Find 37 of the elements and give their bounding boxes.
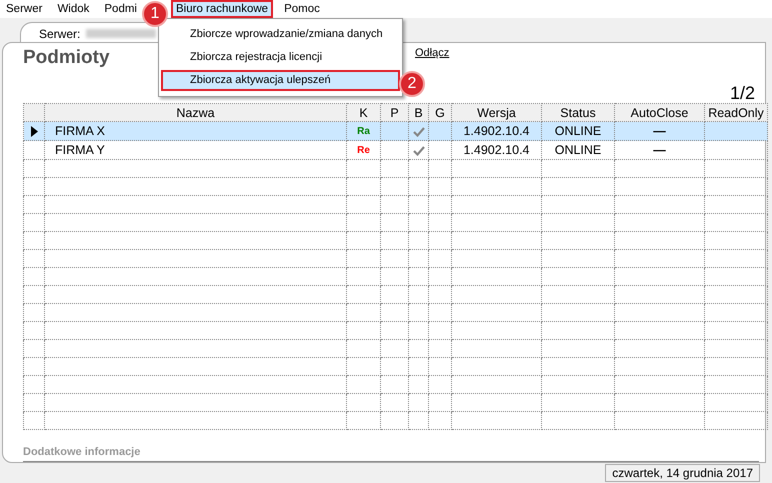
table-cell: ONLINE [554,124,602,138]
panel-title: Podmioty [23,47,110,69]
server-label: Serwer: [39,26,80,42]
row-pointer-icon [30,126,38,138]
status-bar-date: czwartek, 14 grudnia 2017 [605,464,760,482]
column-header[interactable]: ReadOnly [704,104,768,122]
table-cell: 1.4902.10.4 [463,143,530,157]
info-label: Dodatkowe informacje [23,444,759,462]
column-header[interactable]: Status [542,104,614,122]
menu-item[interactable]: Pomoc [280,1,324,17]
menu-item[interactable]: Serwer [2,1,46,17]
table-cell: Re [357,145,370,156]
page-indicator: 1/2 [730,83,755,103]
table-cell: FIRMA X [55,124,106,138]
table-cell: 1.4902.10.4 [463,124,530,138]
table-cell: — [653,124,666,138]
table-cell: — [653,143,666,157]
column-header[interactable]: P [380,104,408,122]
column-header[interactable]: G [428,104,452,122]
column-header[interactable]: B [408,104,428,122]
disconnect-link[interactable]: Odłącz [415,45,450,62]
redacted-server-name [86,29,156,38]
column-header[interactable]: Wersja [452,104,542,122]
table-cell: ONLINE [554,143,602,157]
column-header[interactable]: Nazwa [44,104,346,122]
menu-item[interactable]: Widok [53,1,94,17]
header-cell [24,104,44,122]
menu-item[interactable]: Zbiorcza aktywacja ulepszeń [161,70,400,91]
table-row[interactable]: FIRMA Y Re 1.4902.10.4 ONLINE — [24,140,768,160]
menu-item[interactable]: Biuro rachunkowe [171,0,274,18]
column-header[interactable]: K [346,104,380,122]
column-header[interactable]: AutoClose [614,104,704,122]
table-cell: Ra [357,126,370,137]
table-row[interactable]: FIRMA X Ra 1.4902.10.4 ONLINE — [24,122,768,140]
menu-item[interactable]: Podmi [100,1,141,17]
table-cell: FIRMA Y [55,143,105,157]
menu-item[interactable]: Zbiorcza rejestracja licencji [161,47,400,68]
